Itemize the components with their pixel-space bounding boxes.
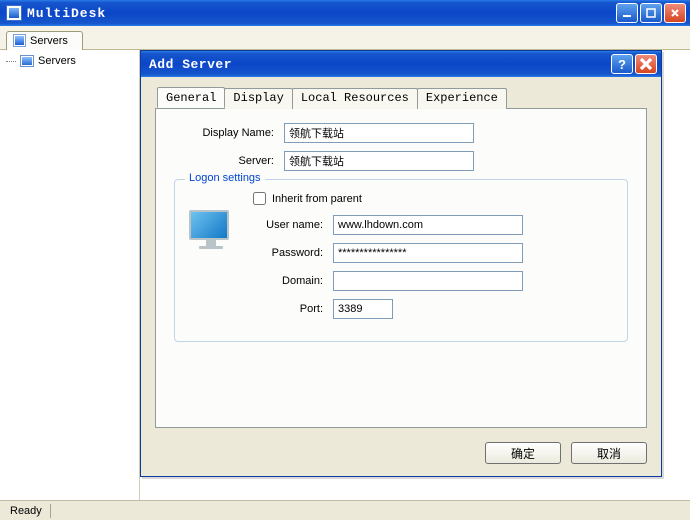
help-icon: ? [618, 57, 626, 72]
dialog-titlebar: Add Server ? [141, 51, 661, 77]
servers-tree-icon [20, 55, 34, 67]
computer-icon [189, 210, 233, 254]
main-titlebar: MultiDesk [0, 0, 690, 26]
port-input[interactable] [333, 299, 393, 319]
status-separator [50, 503, 51, 518]
domain-label: Domain: [253, 275, 333, 287]
display-name-label: Display Name: [174, 127, 284, 139]
tab-local-resources[interactable]: Local Resources [292, 88, 418, 109]
tab-display-label: Display [233, 91, 283, 105]
logon-settings-group: Logon settings Inherit from parent [174, 179, 628, 342]
maximize-button[interactable] [640, 3, 662, 23]
inherit-label: Inherit from parent [272, 193, 362, 205]
close-icon [636, 54, 656, 74]
tab-panel-general: Display Name: Server: Logon settings [155, 108, 647, 428]
tab-general[interactable]: General [157, 87, 225, 108]
servers-icon [13, 34, 26, 47]
username-input[interactable] [333, 215, 523, 235]
logon-legend: Logon settings [185, 172, 265, 184]
ok-button[interactable]: 确定 [485, 442, 561, 464]
dialog-help-button[interactable]: ? [611, 54, 633, 74]
tab-general-label: General [166, 91, 216, 105]
tab-servers-label: Servers [30, 35, 68, 47]
tab-servers[interactable]: Servers [6, 31, 83, 50]
tab-local-resources-label: Local Resources [301, 91, 409, 105]
inherit-checkbox[interactable] [253, 192, 266, 205]
tab-experience[interactable]: Experience [417, 88, 507, 109]
display-name-input[interactable] [284, 123, 474, 143]
status-text: Ready [6, 505, 50, 517]
add-server-dialog: Add Server ? General Display Local Resou… [140, 50, 662, 477]
port-label: Port: [253, 303, 333, 315]
domain-input[interactable] [333, 271, 523, 291]
cancel-button[interactable]: 取消 [571, 442, 647, 464]
close-button[interactable] [664, 3, 686, 23]
server-input[interactable] [284, 151, 474, 171]
minimize-button[interactable] [616, 3, 638, 23]
tab-experience-label: Experience [426, 91, 498, 105]
dialog-close-button[interactable] [635, 54, 657, 74]
password-label: Password: [253, 247, 333, 259]
server-label: Server: [174, 155, 284, 167]
statusbar: Ready [0, 500, 690, 520]
app-title: MultiDesk [27, 6, 616, 21]
tab-display[interactable]: Display [224, 88, 292, 109]
tree-connector [6, 61, 16, 62]
dialog-tabs: General Display Local Resources Experien… [157, 87, 647, 108]
username-label: User name: [253, 219, 333, 231]
dialog-title: Add Server [149, 57, 611, 72]
tree-root-servers[interactable]: Servers [16, 54, 135, 68]
sidebar: Servers [0, 50, 140, 500]
app-icon [6, 5, 22, 21]
password-input[interactable] [333, 243, 523, 263]
main-tabstrip: Servers [0, 26, 690, 50]
tree-root-label: Servers [38, 55, 76, 67]
